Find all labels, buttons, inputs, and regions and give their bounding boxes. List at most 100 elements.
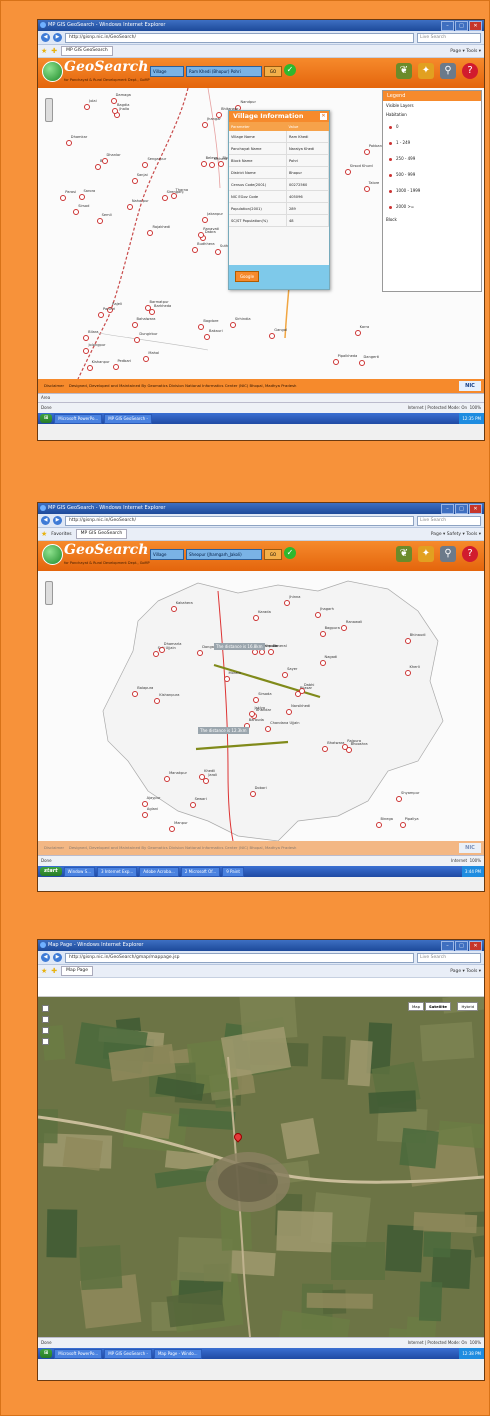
url-input[interactable]: http://gisnp.nic.in/GeoSearch/	[65, 32, 414, 43]
map-tools-icon[interactable]: ❦	[396, 546, 412, 562]
district-map[interactable]: Chandana Ujjain Soti Ujjain Bhandar Ajaypur…	[38, 571, 484, 841]
maximize-button[interactable]: □	[455, 21, 468, 31]
village-marker-icon[interactable]	[200, 160, 207, 167]
back-icon[interactable]: ◀	[41, 33, 50, 42]
village-marker-icon[interactable]	[94, 163, 101, 170]
start-button[interactable]: ⊞	[40, 414, 53, 423]
info-icon[interactable]: ✦	[418, 546, 434, 562]
close-button[interactable]: ✕	[469, 504, 482, 514]
go-button[interactable]: GO	[264, 66, 282, 77]
tab-geosearch[interactable]: MP GIS GeoSearch	[61, 46, 113, 56]
info-icon[interactable]: ✦	[418, 63, 434, 79]
favorites-label[interactable]: Favorites	[51, 532, 71, 537]
village-marker-icon[interactable]	[358, 359, 365, 366]
taskbar-item[interactable]: Microsoft PowerPo...	[54, 413, 103, 424]
close-button[interactable]: ✕	[469, 21, 482, 31]
village-marker-icon[interactable]	[84, 103, 91, 110]
maximize-button[interactable]: □	[455, 504, 468, 514]
village-marker-icon[interactable]	[249, 791, 256, 798]
map-type-hybrid[interactable]: Hybrid	[457, 1002, 478, 1011]
favorites-star-icon[interactable]: ★	[41, 967, 47, 975]
zoom-level[interactable]: 100%	[470, 1340, 481, 1345]
village-marker-icon[interactable]	[204, 333, 210, 340]
village-marker-icon[interactable]	[164, 775, 171, 782]
zoom-control[interactable]	[45, 581, 53, 605]
village-marker-icon[interactable]	[354, 330, 361, 337]
village-marker-icon[interactable]	[319, 631, 326, 638]
start-button[interactable]: ⊞	[40, 1349, 53, 1358]
village-marker-icon[interactable]	[265, 725, 272, 732]
village-marker-icon[interactable]	[363, 149, 370, 156]
village-marker-icon[interactable]	[340, 624, 347, 631]
village-marker-icon[interactable]	[286, 708, 293, 715]
map-type-satellite[interactable]: Satellite	[425, 1002, 451, 1011]
minimize-button[interactable]: –	[441, 941, 454, 951]
village-marker-icon[interactable]	[192, 246, 199, 253]
satellite-map[interactable]: Map Satellite Hybrid	[38, 997, 484, 1337]
taskbar-item[interactable]: 3 Internet Exp...	[97, 866, 138, 877]
village-marker-icon[interactable]	[144, 304, 151, 311]
google-button[interactable]: Google	[235, 271, 259, 282]
village-marker-icon[interactable]	[208, 161, 215, 168]
village-marker-icon[interactable]	[101, 158, 108, 165]
disclaimer-label[interactable]: Disclaimer	[44, 383, 64, 388]
village-marker-icon[interactable]	[170, 605, 177, 612]
start-button[interactable]: start	[40, 867, 62, 876]
village-marker-icon[interactable]	[169, 825, 176, 832]
disclaimer-label[interactable]: Disclaimer	[44, 845, 64, 850]
add-favorite-icon[interactable]: ✚	[51, 967, 57, 975]
tab-geosearch[interactable]: MP GIS GeoSearch	[75, 529, 128, 539]
village-marker-icon[interactable]	[110, 98, 117, 105]
village-marker-icon[interactable]	[65, 139, 72, 146]
village-marker-icon[interactable]	[131, 177, 138, 184]
taskbar-item[interactable]: 2 Microsoft Of...	[180, 866, 221, 877]
back-icon[interactable]: ◀	[41, 953, 50, 962]
map-zoom-control[interactable]	[42, 1005, 49, 1045]
village-marker-icon[interactable]	[112, 364, 119, 371]
command-bar[interactable]: Page ▾ Tools ▾	[450, 49, 481, 54]
taskbar-item[interactable]: Microsoft PowerPo...	[54, 1348, 103, 1359]
help-icon[interactable]: ?	[462, 546, 478, 562]
favorites-star-icon[interactable]: ★	[41, 47, 47, 55]
village-marker-icon[interactable]	[141, 811, 148, 818]
map-tools-icon[interactable]: ❦	[396, 63, 412, 79]
village-marker-icon[interactable]	[267, 649, 274, 656]
url-input[interactable]: http://gisnp.nic.in/GeoSearch/gmap/mappa…	[65, 952, 414, 963]
village-marker-icon[interactable]	[152, 651, 159, 658]
village-marker-icon[interactable]	[158, 646, 165, 653]
village-marker-icon[interactable]	[363, 185, 370, 192]
village-marker-icon[interactable]	[131, 322, 138, 329]
minimize-button[interactable]: –	[441, 21, 454, 31]
minimize-button[interactable]: –	[441, 504, 454, 514]
url-input[interactable]: http://gisnp.nic.in/GeoSearch/	[65, 515, 414, 526]
village-marker-icon[interactable]	[96, 217, 103, 224]
search-tool-icon[interactable]: ⚲	[440, 546, 456, 562]
check-icon[interactable]: ✓	[284, 64, 296, 76]
map-type-map[interactable]: Map	[407, 1002, 424, 1011]
forward-icon[interactable]: ▶	[53, 516, 62, 525]
search-input[interactable]: Live Search	[417, 32, 481, 43]
command-bar[interactable]: Page ▾ Safety ▾ Tools ▾	[431, 532, 481, 537]
popup-close-icon[interactable]: ✕	[320, 113, 327, 120]
village-marker-icon[interactable]	[404, 670, 411, 677]
zoom-level[interactable]: 100%	[470, 405, 481, 410]
village-marker-icon[interactable]	[189, 801, 196, 808]
village-marker-icon[interactable]	[399, 821, 406, 828]
taskbar-item[interactable]: MP GIS GeoSearch -	[104, 1348, 152, 1359]
taskbar-item[interactable]: 9 Paint	[222, 866, 244, 877]
village-marker-icon[interactable]	[161, 194, 168, 201]
search-type-select[interactable]: Village	[150, 66, 184, 77]
search-input[interactable]: Live Search	[417, 952, 481, 963]
search-tool-icon[interactable]: ⚲	[440, 63, 456, 79]
zoom-control[interactable]	[45, 98, 53, 122]
area-tab[interactable]: Area	[41, 395, 50, 400]
forward-icon[interactable]: ▶	[53, 953, 62, 962]
go-button[interactable]: GO	[264, 549, 282, 560]
forward-icon[interactable]: ▶	[53, 33, 62, 42]
command-bar[interactable]: Page ▾ Tools ▾	[450, 969, 481, 974]
location-select[interactable]: Sheopur (Jhamgarh_Jakoli)	[186, 549, 262, 560]
taskbar-item[interactable]: Map Page - Windo...	[153, 1348, 202, 1359]
village-marker-icon[interactable]	[319, 659, 326, 666]
check-icon[interactable]: ✓	[284, 547, 296, 559]
village-marker-icon[interactable]	[375, 821, 382, 828]
